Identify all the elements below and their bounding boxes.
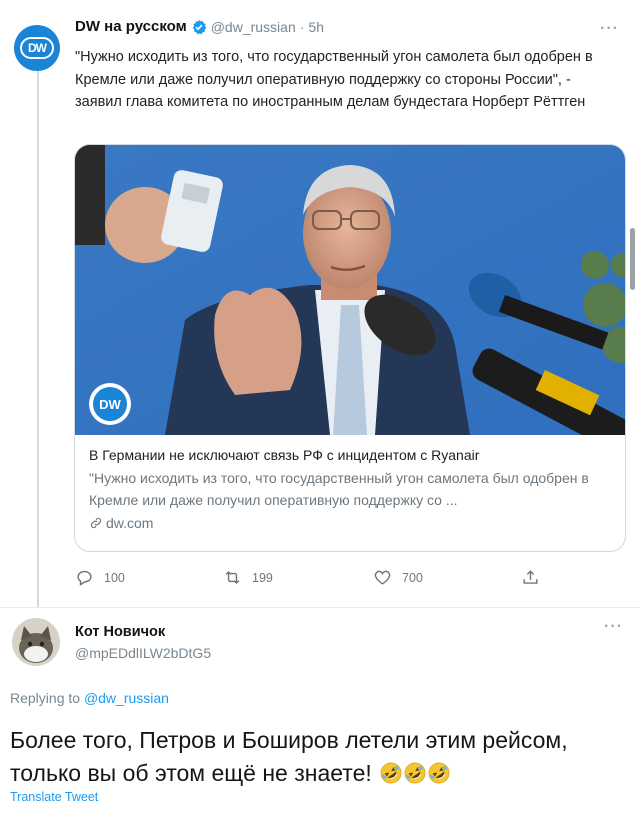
link-card[interactable]: DW В Германии не исключают связь РФ с ин… xyxy=(74,144,626,552)
dw-card-logo: DW xyxy=(89,383,131,425)
reply-author-handle[interactable]: @mpEDdlILW2bDtG5 xyxy=(75,645,211,661)
card-description: "Нужно исходить из того, что государстве… xyxy=(89,470,589,508)
reply-text-block: Более того, Петров и Боширов летели этим… xyxy=(10,724,630,790)
card-link[interactable]: dw.com xyxy=(89,515,613,531)
like-count: 700 xyxy=(402,570,423,585)
author-name[interactable]: DW на русском xyxy=(75,18,187,35)
like-button[interactable]: 700 xyxy=(373,568,423,587)
reply-icon xyxy=(77,570,92,586)
ellipsis-icon[interactable]: ··· xyxy=(600,20,619,38)
emoji-row xyxy=(378,760,450,786)
separator-dot: · xyxy=(299,18,305,35)
retweet-icon xyxy=(225,570,240,585)
replying-prefix: Replying to xyxy=(10,690,81,706)
dw-logo: DW xyxy=(20,37,54,59)
reply-count: 100 xyxy=(104,570,125,585)
author-handle[interactable]: @dw_russian xyxy=(211,19,296,35)
card-body: В Германии не исключают связь РФ с инцид… xyxy=(89,445,613,531)
link-icon xyxy=(90,517,102,529)
tweet-header: DW на русском @dw_russian · 5h xyxy=(75,18,324,35)
scrollbar[interactable] xyxy=(630,228,635,290)
verified-icon xyxy=(192,19,206,34)
tweet-time[interactable]: 5h xyxy=(308,19,324,35)
thread-line xyxy=(37,68,39,608)
divider xyxy=(0,607,640,608)
reply-ellipsis-icon[interactable]: ··· xyxy=(604,618,623,636)
replying-to: Replying to @dw_russian xyxy=(10,690,169,706)
retweet-count: 199 xyxy=(252,570,273,585)
translate-tweet-link[interactable]: Translate Tweet xyxy=(10,790,98,804)
rolling-laughing-emoji-3 xyxy=(428,762,450,784)
tweet-text: "Нужно исходить из того, что государстве… xyxy=(75,49,593,110)
heart-icon xyxy=(374,570,391,585)
share-icon xyxy=(523,570,538,584)
cat-avatar[interactable] xyxy=(12,618,60,666)
tweet-actions: 100 199 700 xyxy=(75,568,545,590)
share-button[interactable] xyxy=(521,568,540,587)
reply-text: Более того, Петров и Боширов летели этим… xyxy=(10,727,568,786)
card-domain: dw.com xyxy=(106,515,154,531)
reply-button[interactable]: 100 xyxy=(75,568,125,587)
card-image xyxy=(75,145,625,435)
rolling-laughing-emoji-2 xyxy=(404,762,426,784)
card-title: В Германии не исключают связь РФ с инцид… xyxy=(89,447,480,463)
dw-card-logo-mark: DW xyxy=(93,387,127,421)
replying-mention[interactable]: @dw_russian xyxy=(84,690,169,706)
reply-author-name[interactable]: Кот Новичок xyxy=(75,624,165,640)
rolling-laughing-emoji-1 xyxy=(380,762,402,784)
retweet-button[interactable]: 199 xyxy=(223,568,273,587)
dw-avatar[interactable]: DW xyxy=(14,25,60,71)
